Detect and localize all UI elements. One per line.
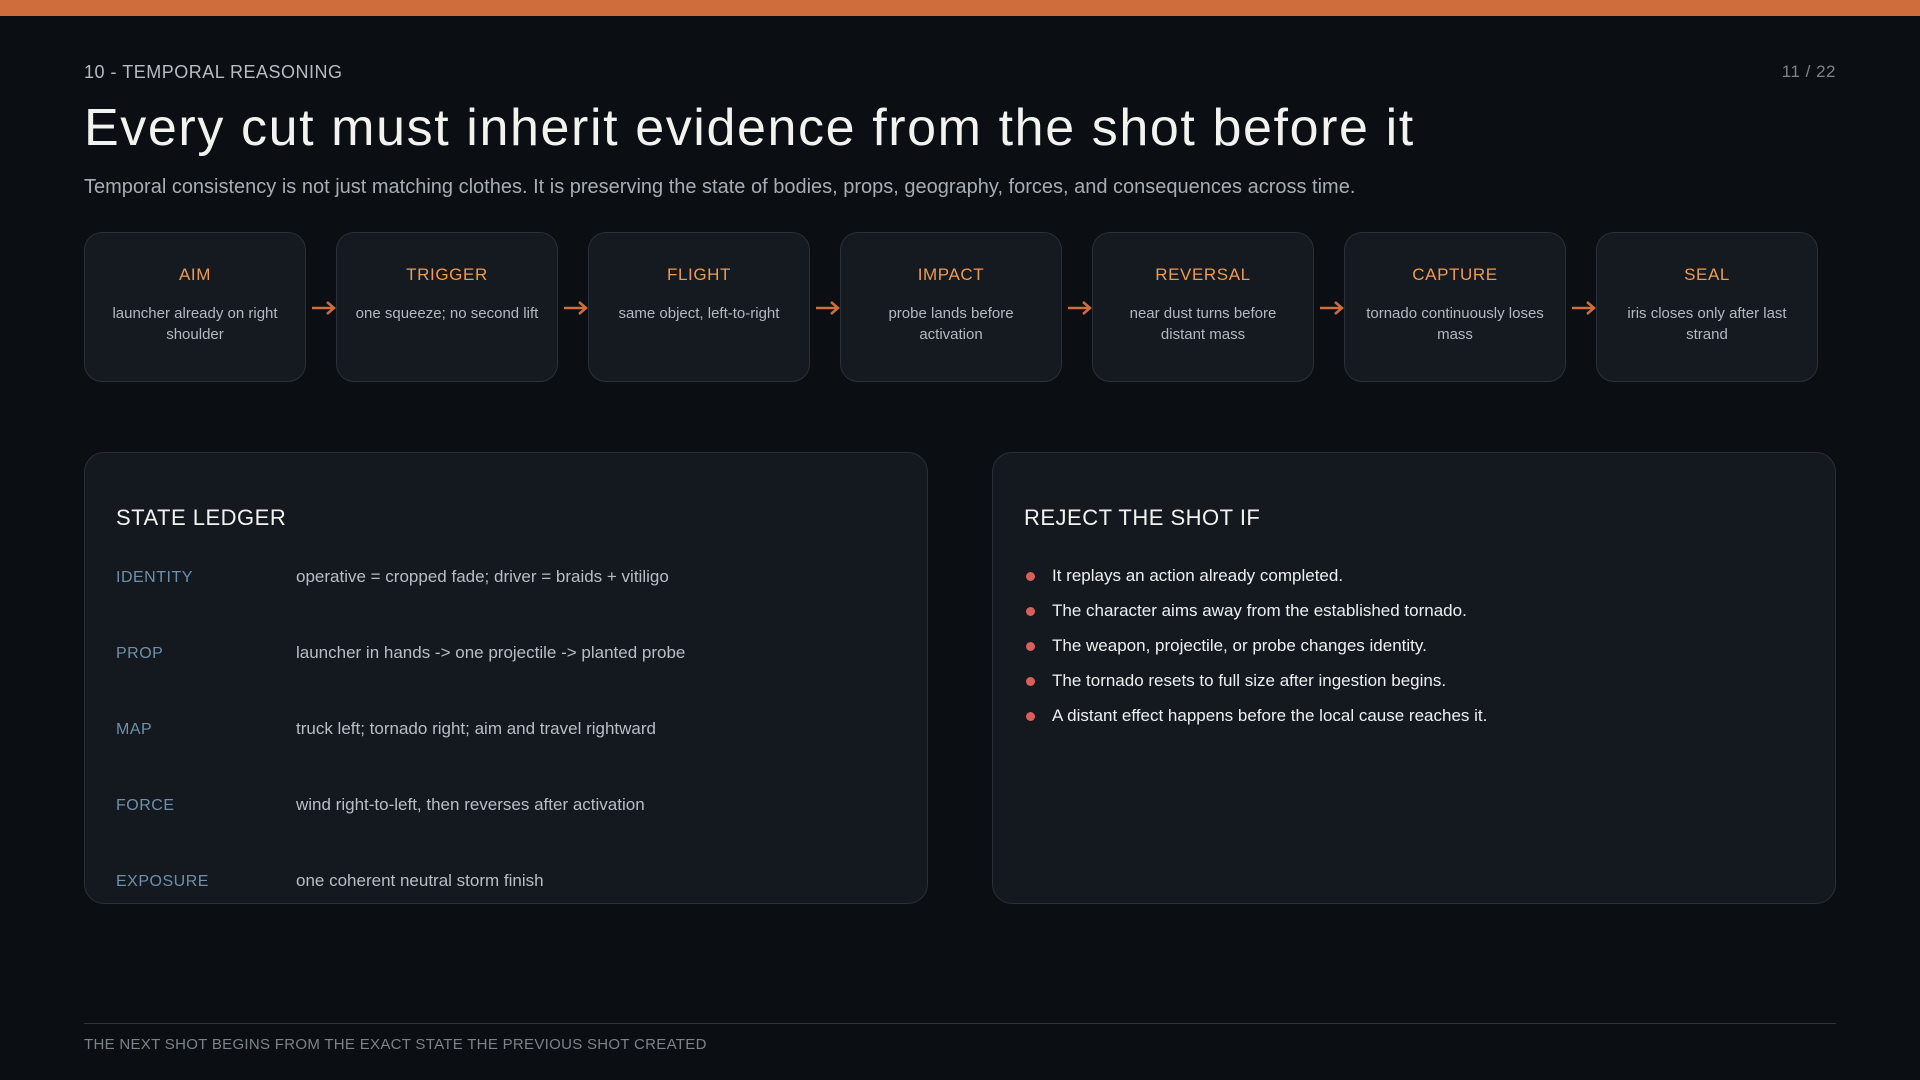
stage-name: AIM [178,265,212,284]
ledger-value: truck left; tornado right; aim and trave… [296,719,656,738]
panel-heading: STATE LEDGER [116,505,287,530]
stage-card-trigger: TRIGGER one squeeze; no second lift [336,232,558,382]
stage-name: FLIGHT [666,265,732,284]
list-item: The tornado resets to full size after in… [1024,670,1487,705]
page-number: 11 / 22 [1781,62,1836,81]
state-ledger-panel: STATE LEDGER IDENTITY operative = croppe… [84,452,928,904]
arrow-right-icon [312,301,336,315]
stage-name: TRIGGER [406,265,488,284]
list-item: The weapon, projectile, or probe changes… [1024,635,1487,670]
stage-card-reversal: REVERSAL near dust turns before distant … [1092,232,1314,382]
reject-criteria-panel: REJECT THE SHOT IF It replays an action … [992,452,1836,904]
ledger-value: one coherent neutral storm finish [296,871,544,890]
ledger-value: launcher in hands -> one projectile -> p… [296,643,686,662]
ledger-value: wind right-to-left, then reverses after … [296,795,645,814]
ledger-row-exposure: EXPOSURE one coherent neutral storm fini… [116,871,896,895]
arrow-right-icon [1572,301,1596,315]
reject-item-text: The weapon, projectile, or probe changes… [1052,636,1427,655]
footer-caption: THE NEXT SHOT BEGINS FROM THE EXACT STAT… [84,1036,707,1053]
list-item: A distant effect happens before the loca… [1024,705,1487,740]
reject-list: It replays an action already completed. … [1024,565,1487,740]
bullet-dot-icon [1026,642,1035,651]
arrow-right-icon [1320,301,1344,315]
ledger-row-force: FORCE wind right-to-left, then reverses … [116,795,896,819]
stage-description: iris closes only after last strand [1627,305,1787,343]
bullet-dot-icon [1026,572,1035,581]
bullet-dot-icon [1026,677,1035,686]
arrow-right-icon [816,301,840,315]
stage-name: CAPTURE [1412,265,1498,284]
ledger-key: IDENTITY [116,569,193,586]
reject-item-text: It replays an action already completed. [1052,566,1344,585]
stage-name: REVERSAL [1155,265,1251,284]
ledger-row-identity: IDENTITY operative = cropped fade; drive… [116,567,896,591]
reject-item-text: A distant effect happens before the loca… [1052,706,1488,725]
ledger-value: operative = cropped fade; driver = braid… [296,567,669,586]
list-item: The character aims away from the establi… [1024,600,1487,635]
stage-description: one squeeze; no second lift [355,305,539,322]
reject-item-text: The character aims away from the establi… [1052,601,1467,620]
accent-top-bar [0,0,1920,16]
stage-name: SEAL [1684,265,1730,284]
stage-description: launcher already on right shoulder [112,305,278,343]
stage-card-flight: FLIGHT same object, left-to-right [588,232,810,382]
section-label: 10 - TEMPORAL REASONING [84,62,343,82]
ledger-row-map: MAP truck left; tornado right; aim and t… [116,719,896,743]
ledger-key: MAP [116,721,153,738]
stage-description: probe lands before activation [888,305,1014,343]
ledger-key: FORCE [116,797,175,814]
ledger-row-prop: PROP launcher in hands -> one projectile… [116,643,896,667]
stage-card-seal: SEAL iris closes only after last strand [1596,232,1818,382]
stage-card-aim: AIM launcher already on right shoulder [84,232,306,382]
slide: 10 - TEMPORAL REASONING 11 / 22 Every cu… [0,0,1920,1080]
arrow-right-icon [1068,301,1092,315]
slide-title: Every cut must inherit evidence from the… [84,99,1415,157]
bullet-dot-icon [1026,607,1035,616]
stage-description: same object, left-to-right [618,305,780,322]
bullet-dot-icon [1026,712,1035,721]
arrow-right-icon [564,301,588,315]
list-item: It replays an action already completed. [1024,565,1487,600]
ledger-key: EXPOSURE [116,873,209,890]
stage-card-capture: CAPTURE tornado continuously loses mass [1344,232,1566,382]
ledger-key: PROP [116,645,164,662]
slide-subtitle: Temporal consistency is not just matchin… [84,176,1356,198]
stage-name: IMPACT [917,265,985,284]
reject-item-text: The tornado resets to full size after in… [1052,671,1447,690]
panel-heading: REJECT THE SHOT IF [1024,505,1261,530]
footer-divider [84,1023,1836,1024]
stage-description: near dust turns before distant mass [1129,305,1277,343]
stage-card-impact: IMPACT probe lands before activation [840,232,1062,382]
stage-description: tornado continuously loses mass [1366,305,1544,343]
